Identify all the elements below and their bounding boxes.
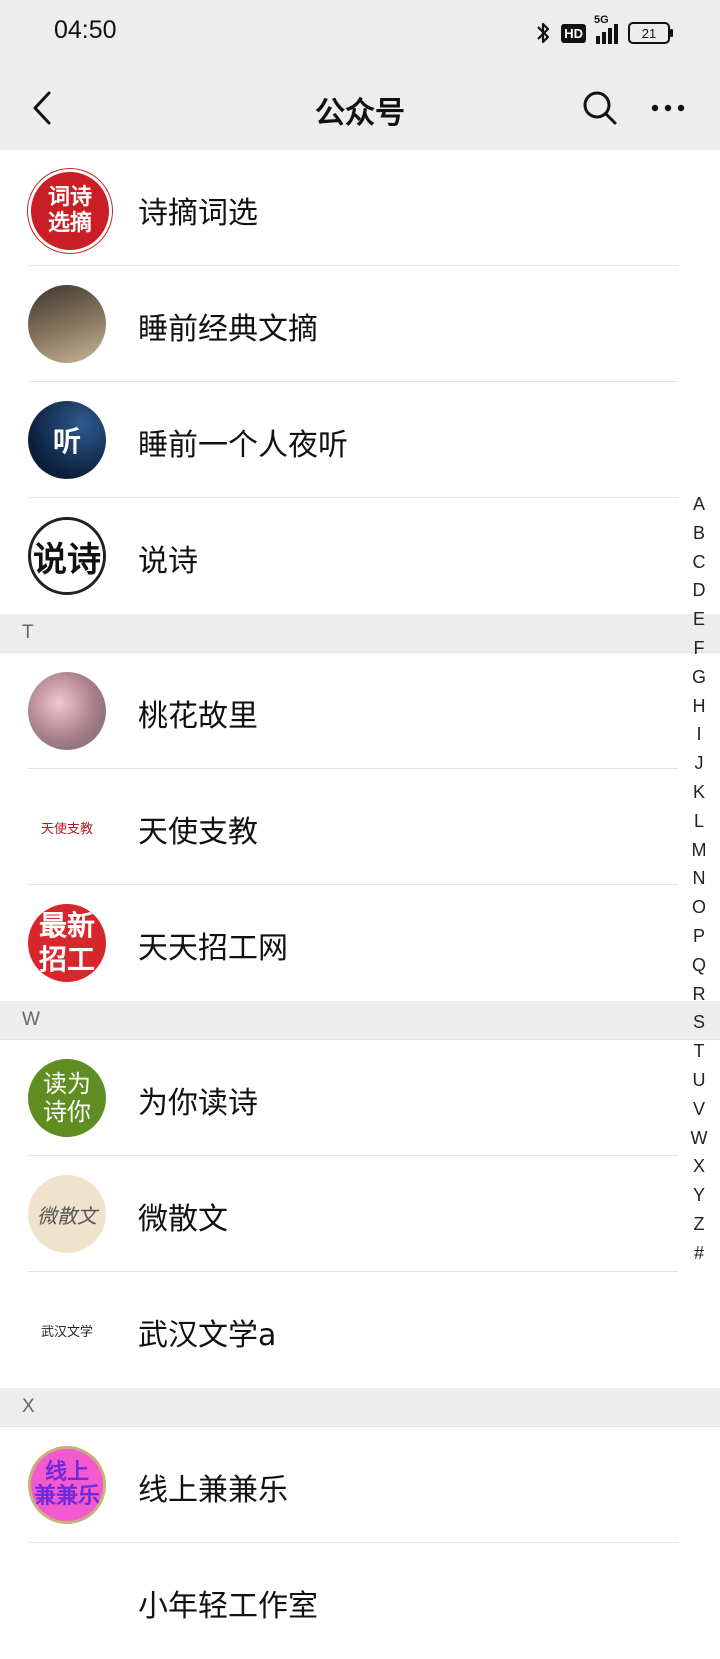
account-name: 诗摘词选 <box>138 196 258 231</box>
index-letter[interactable]: S <box>687 1008 711 1037</box>
avatar: 最新 招工 <box>28 904 106 982</box>
battery-icon: 21 <box>628 22 673 44</box>
index-letter[interactable]: M <box>687 836 711 865</box>
avatar: 天使支教 <box>28 788 106 866</box>
section-letter: W <box>22 1009 40 1030</box>
search-button[interactable] <box>576 84 624 132</box>
account-name: 小年轻工作室 <box>138 1589 318 1624</box>
account-name: 武汉文学a <box>138 1318 277 1353</box>
list-item[interactable]: 小年轻工作室 <box>0 1543 720 1659</box>
section-letter: X <box>22 1396 35 1417</box>
index-letter[interactable]: F <box>687 634 711 663</box>
avatar: 词诗 选摘 <box>28 169 112 253</box>
battery-level: 21 <box>641 25 657 41</box>
index-letter[interactable]: X <box>687 1152 711 1181</box>
list-item[interactable]: 武汉文学 武汉文学a <box>0 1272 720 1388</box>
account-name: 为你读诗 <box>138 1086 258 1121</box>
avatar <box>28 285 106 363</box>
list-item[interactable]: 桃花故里 <box>0 653 720 769</box>
status-time: 04:50 <box>54 16 117 44</box>
index-letter[interactable]: L <box>687 807 711 836</box>
index-letter[interactable]: J <box>687 749 711 778</box>
index-letter[interactable]: E <box>687 605 711 634</box>
list-item[interactable]: 微散文 微散文 <box>0 1156 720 1272</box>
index-letter[interactable]: V <box>687 1095 711 1124</box>
account-name: 微散文 <box>138 1202 228 1237</box>
hd-badge: HD <box>561 23 586 43</box>
index-letter[interactable]: W <box>687 1124 711 1153</box>
avatar <box>28 1562 106 1640</box>
index-letter[interactable]: Z <box>687 1210 711 1239</box>
search-icon <box>583 91 617 125</box>
more-dots-icon <box>651 104 685 112</box>
index-letter[interactable]: H <box>687 692 711 721</box>
account-name: 桃花故里 <box>138 699 258 734</box>
avatar: 听 <box>28 401 106 479</box>
index-letter[interactable]: U <box>687 1066 711 1095</box>
index-letter[interactable]: B <box>687 519 711 548</box>
index-letter[interactable]: P <box>687 922 711 951</box>
avatar <box>28 672 106 750</box>
list-item[interactable]: 睡前经典文摘 <box>0 266 720 382</box>
index-letter[interactable]: Y <box>687 1181 711 1210</box>
account-name: 睡前一个人夜听 <box>138 428 348 463</box>
list-item[interactable]: 最新 招工 天天招工网 <box>0 885 720 1001</box>
status-icons: HD 5G 21 <box>535 14 673 48</box>
index-letter[interactable]: C <box>687 548 711 577</box>
avatar: 说诗 <box>28 517 106 595</box>
section-header: W <box>0 1001 720 1040</box>
avatar: 读为 诗你 <box>28 1059 106 1137</box>
avatar: 线上 兼兼乐 <box>28 1446 106 1524</box>
index-letter[interactable]: I <box>687 720 711 749</box>
signal-icon: 5G <box>594 14 618 44</box>
index-letter[interactable]: A <box>687 490 711 519</box>
index-letter[interactable]: G <box>687 663 711 692</box>
index-letter[interactable]: Q <box>687 951 711 980</box>
bluetooth-icon <box>537 22 550 44</box>
account-name: 天使支教 <box>138 815 258 850</box>
list-item[interactable]: 读为 诗你 为你读诗 <box>0 1040 720 1156</box>
account-name: 天天招工网 <box>138 931 288 966</box>
list-item[interactable]: 听睡前一个人夜听 <box>0 382 720 498</box>
section-header: X <box>0 1388 720 1427</box>
account-name: 睡前经典文摘 <box>138 312 318 347</box>
index-letter[interactable]: # <box>687 1239 711 1268</box>
section-header: T <box>0 614 720 653</box>
index-letter[interactable]: O <box>687 893 711 922</box>
index-letter[interactable]: N <box>687 864 711 893</box>
avatar: 武汉文学 <box>28 1291 106 1369</box>
list-item[interactable]: 词诗 选摘 诗摘词选 <box>0 150 720 266</box>
section-letter: T <box>22 622 34 643</box>
status-bar: 04:50 HD 5G 21 <box>0 0 720 66</box>
more-button[interactable] <box>644 84 692 132</box>
account-name: 线上兼兼乐 <box>138 1473 288 1508</box>
list-item[interactable]: 天使支教 天使支教 <box>0 769 720 885</box>
index-letter[interactable]: T <box>687 1037 711 1066</box>
index-letter[interactable]: R <box>687 980 711 1009</box>
nav-bar: 公众号 <box>0 66 720 150</box>
alphabet-index[interactable]: A B C D E F G H I J K L M N O P Q R S T U V W X Y Z # <box>687 490 711 1268</box>
index-letter[interactable]: D <box>687 576 711 605</box>
network-type: 5G <box>594 14 609 26</box>
index-letter[interactable]: K <box>687 778 711 807</box>
list-item[interactable]: 说诗 说诗 <box>0 498 720 614</box>
avatar: 微散文 <box>28 1175 106 1253</box>
list-item[interactable]: 线上 兼兼乐 线上兼兼乐 <box>0 1427 720 1543</box>
account-name: 说诗 <box>138 544 198 579</box>
official-accounts-list: 词诗 选摘 诗摘词选 睡前经典文摘听睡前一个人夜听 说诗 说诗 T 桃花故里 天使支教 天使支教… <box>0 150 720 1659</box>
